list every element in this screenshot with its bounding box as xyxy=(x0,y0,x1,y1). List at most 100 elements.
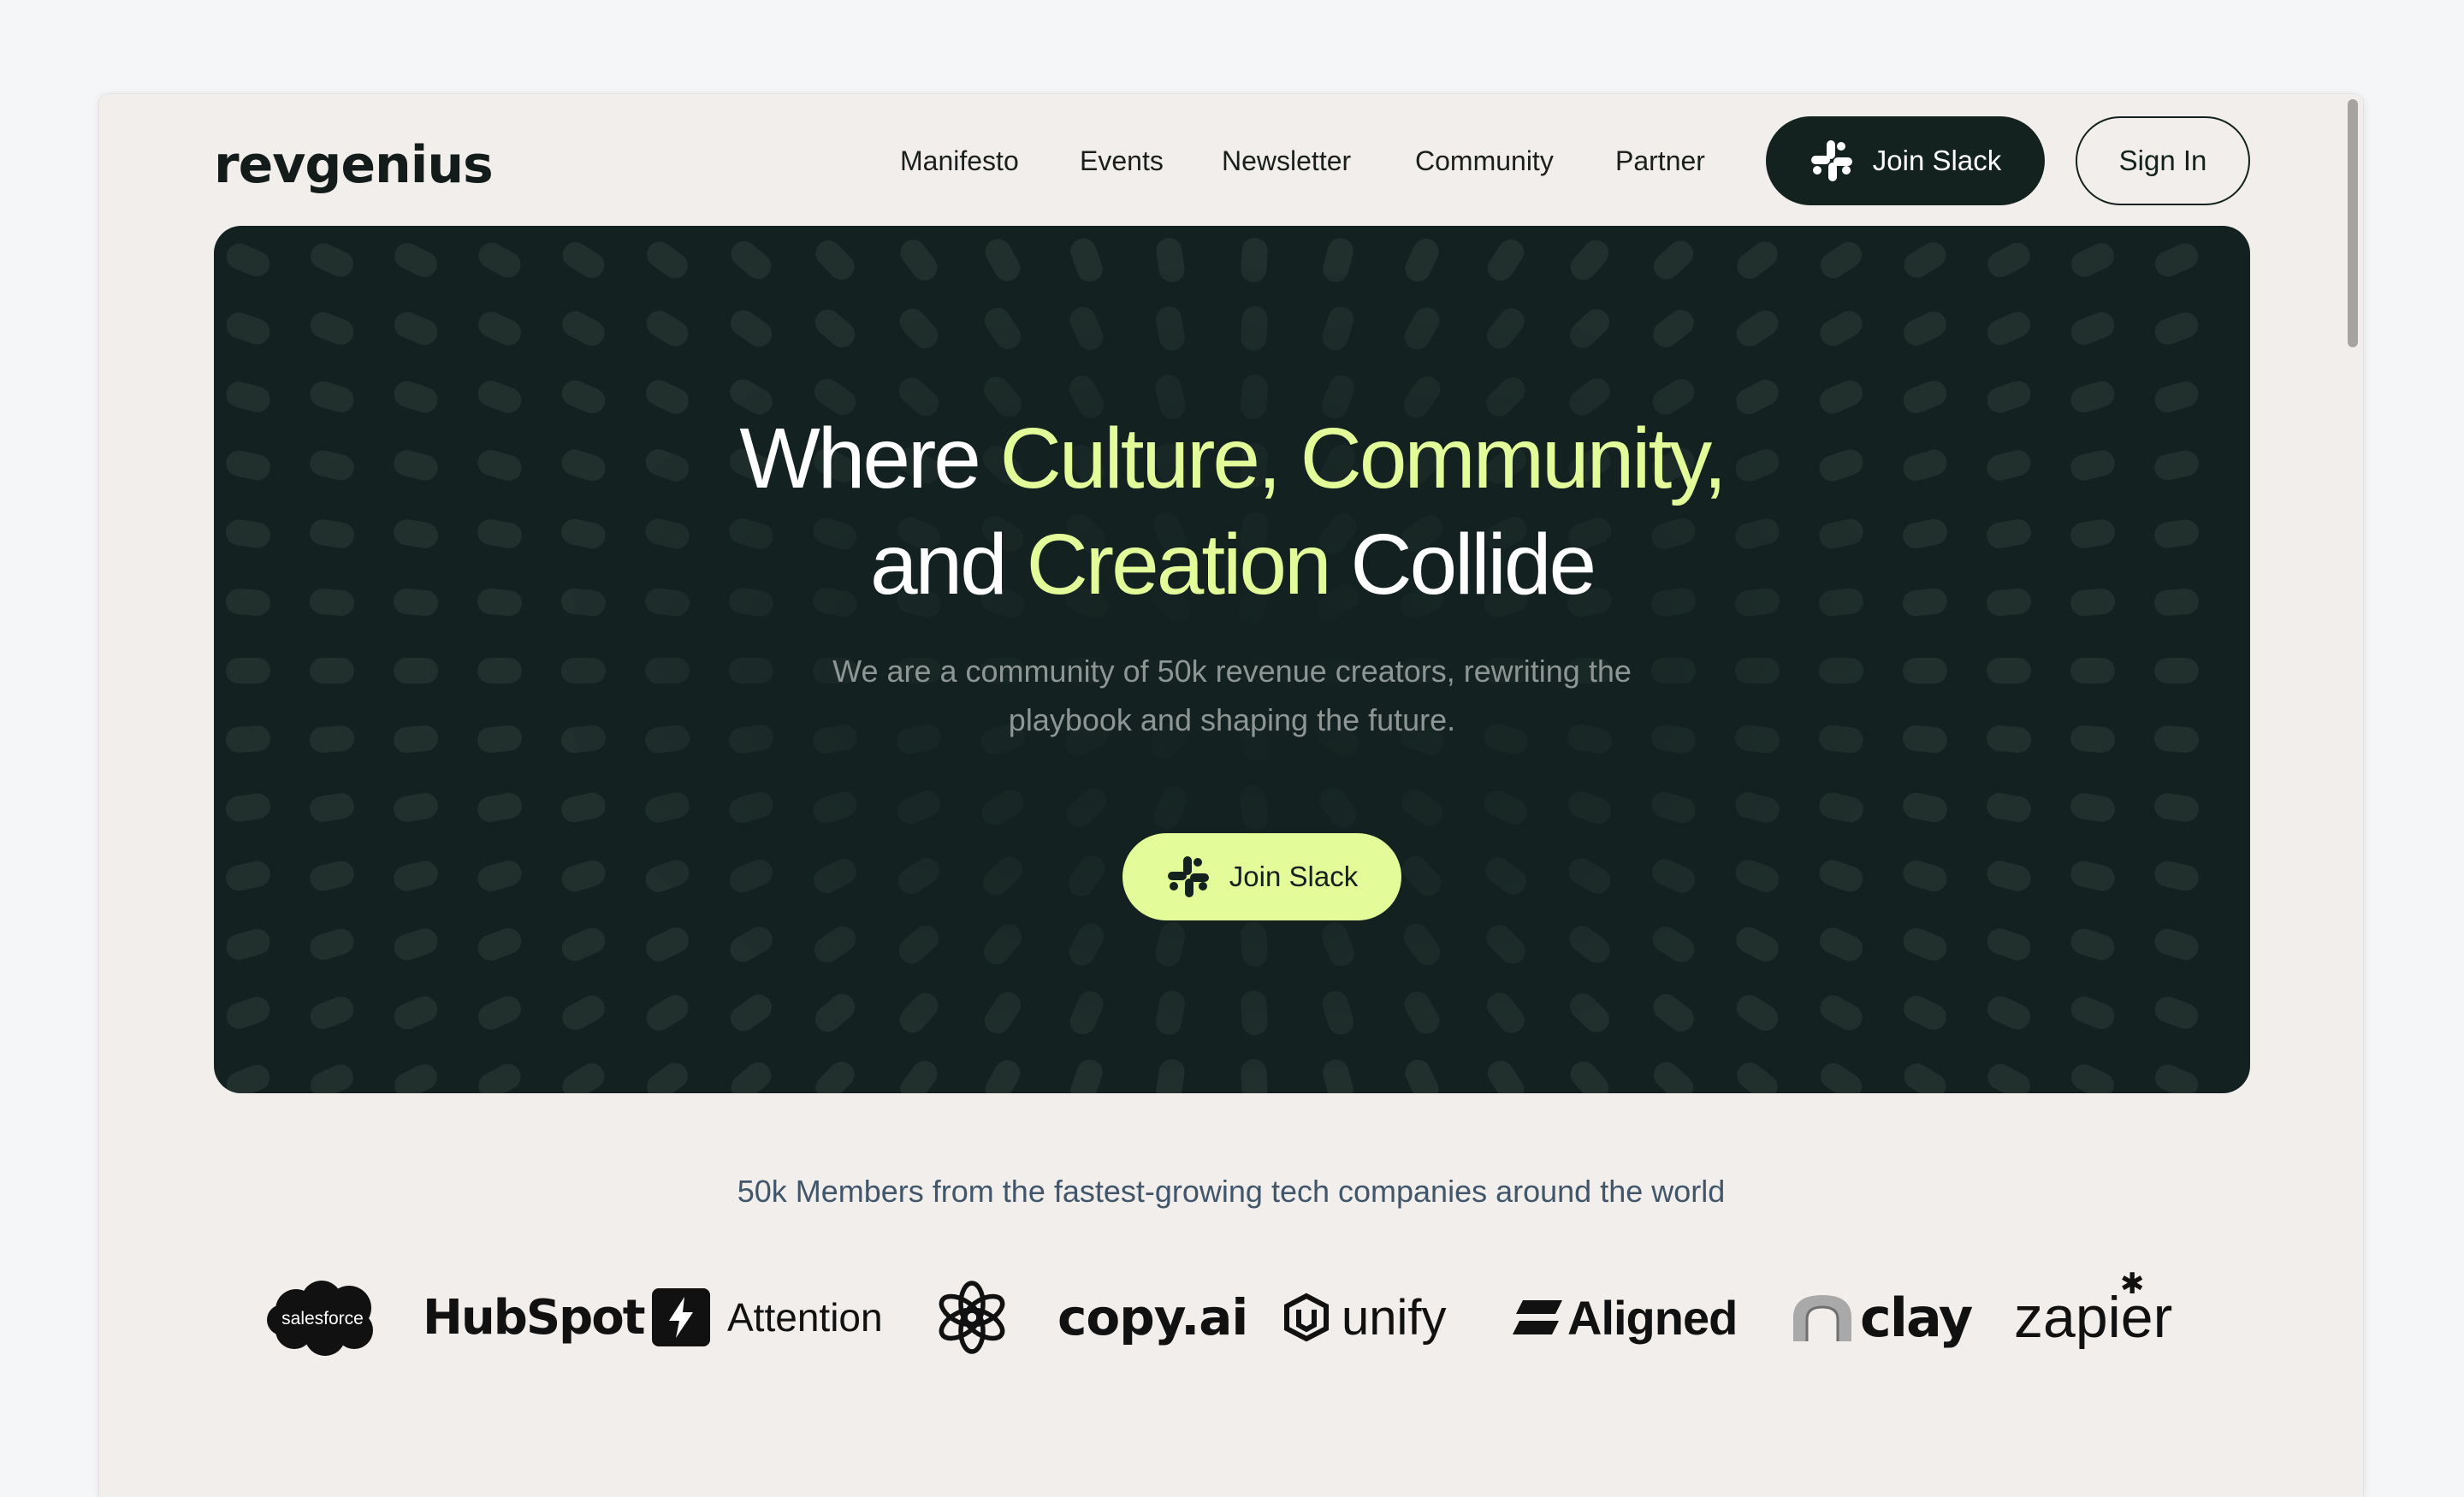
aligned-wordmark: Aligned xyxy=(1567,1290,1737,1346)
pattern-pill xyxy=(2067,1060,2118,1093)
pattern-pill xyxy=(306,993,357,1033)
slack-icon xyxy=(1166,855,1211,899)
pattern-pill xyxy=(2151,1061,2202,1093)
hubspot-logo: HubSpot xyxy=(423,1249,643,1386)
pattern-pill xyxy=(390,308,441,349)
pattern-pill xyxy=(1649,235,1699,284)
pattern-pill xyxy=(1899,238,1951,282)
pattern-pill xyxy=(1983,308,2035,349)
pattern-pill xyxy=(980,234,1025,286)
aligned-logo: Aligned xyxy=(1511,1249,1737,1386)
copyai-wordmark: copy.ai xyxy=(1057,1288,1247,1346)
unify-wordmark: unify xyxy=(1342,1289,1447,1346)
pattern-pill xyxy=(1648,989,1698,1037)
pattern-pill xyxy=(558,307,609,351)
nav-manifesto[interactable]: Manifesto xyxy=(900,145,1019,177)
slack-icon xyxy=(1810,139,1854,183)
hero-title-culture-community: Culture, Community, xyxy=(1000,411,1725,506)
pattern-pill xyxy=(1649,1056,1699,1093)
pattern-pill xyxy=(726,236,776,285)
pattern-pill xyxy=(2068,926,2118,963)
hubspot-wordmark: HubSpot xyxy=(423,1290,643,1346)
unify-logo: unify xyxy=(1283,1249,1447,1386)
pattern-pill xyxy=(1401,234,1442,286)
pattern-pill xyxy=(2067,239,2118,281)
clay-logo: clay xyxy=(1790,1249,1971,1386)
pattern-pill xyxy=(391,926,441,964)
hero-subtitle-line-2: playbook and shaping the future. xyxy=(1009,702,1455,737)
pattern-pill xyxy=(1815,991,1867,1035)
pattern-pill xyxy=(223,993,274,1032)
pattern-pill xyxy=(1566,1056,1614,1093)
pattern-pill xyxy=(475,858,524,895)
sign-in-button[interactable]: Sign In xyxy=(2076,116,2250,205)
svg-text:salesforce: salesforce xyxy=(281,1309,364,1328)
pattern-pill xyxy=(390,1060,441,1093)
pattern-pill xyxy=(642,1058,693,1093)
nav-partner[interactable]: Partner xyxy=(1615,145,1705,177)
nav-community[interactable]: Community xyxy=(1415,145,1554,177)
pattern-pill xyxy=(222,240,274,281)
social-proof-tagline: 50k Members from the fastest-growing tec… xyxy=(99,1174,2363,1210)
pattern-pill xyxy=(895,1056,942,1093)
pattern-pill xyxy=(1983,992,2035,1033)
pattern-pill xyxy=(1483,1056,1529,1093)
pattern-pill xyxy=(222,1061,274,1093)
pattern-pill xyxy=(2152,926,2201,962)
pattern-pill xyxy=(1899,924,1950,964)
pattern-pill xyxy=(390,239,441,281)
attention-wordmark: Attention xyxy=(727,1294,883,1340)
pattern-pill xyxy=(1900,857,1950,895)
double-stripe-icon xyxy=(1511,1299,1564,1336)
pattern-pill xyxy=(1815,237,1867,283)
pattern-pill xyxy=(476,790,524,824)
pattern-pill xyxy=(642,237,693,284)
page-scrollbar[interactable] xyxy=(2348,99,2358,347)
pattern-pill xyxy=(1899,991,1951,1034)
pattern-pill xyxy=(558,924,609,965)
hero-title-where: Where xyxy=(739,411,999,506)
clay-wordmark: clay xyxy=(1860,1287,1971,1349)
pattern-pill xyxy=(474,991,525,1033)
pattern-pill xyxy=(307,859,356,894)
pattern-pill xyxy=(223,309,274,347)
pattern-pill xyxy=(1984,858,2034,894)
clay-arch-icon xyxy=(1790,1292,1855,1343)
pattern-pill xyxy=(2067,992,2118,1033)
pattern-pill xyxy=(474,925,524,964)
pattern-pill xyxy=(558,1058,609,1093)
pattern-pill xyxy=(810,1056,860,1093)
openai-logo xyxy=(933,1249,1011,1386)
join-slack-header-label: Join Slack xyxy=(1873,145,2001,177)
nav-events[interactable]: Events xyxy=(1080,145,1164,177)
hero-title-and: and xyxy=(870,517,1027,612)
pattern-pill xyxy=(642,991,693,1036)
pattern-pill xyxy=(895,234,942,286)
salesforce-logo: salesforce xyxy=(265,1249,380,1386)
copyai-logo: copy.ai xyxy=(1057,1249,1247,1386)
pattern-pill xyxy=(1983,239,2035,282)
hero-title-creation: Creation xyxy=(1027,517,1330,612)
hero-banner: Where Culture, Community, and Creation C… xyxy=(214,226,2250,1093)
join-slack-header-button[interactable]: Join Slack xyxy=(1766,116,2045,205)
pattern-pill xyxy=(2153,791,2200,823)
pattern-pill xyxy=(1815,1058,1867,1093)
pattern-pill xyxy=(726,305,777,352)
pattern-pill xyxy=(2151,240,2202,281)
zapier-logo: ✱ zapier xyxy=(2014,1249,2172,1386)
pattern-pill xyxy=(474,307,525,349)
pattern-pill xyxy=(1899,307,1951,350)
pattern-pill xyxy=(810,235,860,285)
pattern-pill xyxy=(1732,236,1782,284)
pattern-pill xyxy=(308,791,356,823)
nav-newsletter[interactable]: Newsletter xyxy=(1222,145,1351,177)
pattern-pill xyxy=(306,1061,358,1093)
revgenius-logo[interactable]: revgenius xyxy=(214,135,493,195)
join-slack-hero-button[interactable]: Join Slack xyxy=(1122,833,1401,920)
pattern-pill xyxy=(391,858,441,894)
pattern-pill xyxy=(1816,856,1867,895)
pattern-pill xyxy=(1732,1057,1782,1093)
pattern-pill xyxy=(306,309,357,349)
pattern-pill xyxy=(2069,791,2117,824)
pattern-pill xyxy=(726,990,777,1037)
